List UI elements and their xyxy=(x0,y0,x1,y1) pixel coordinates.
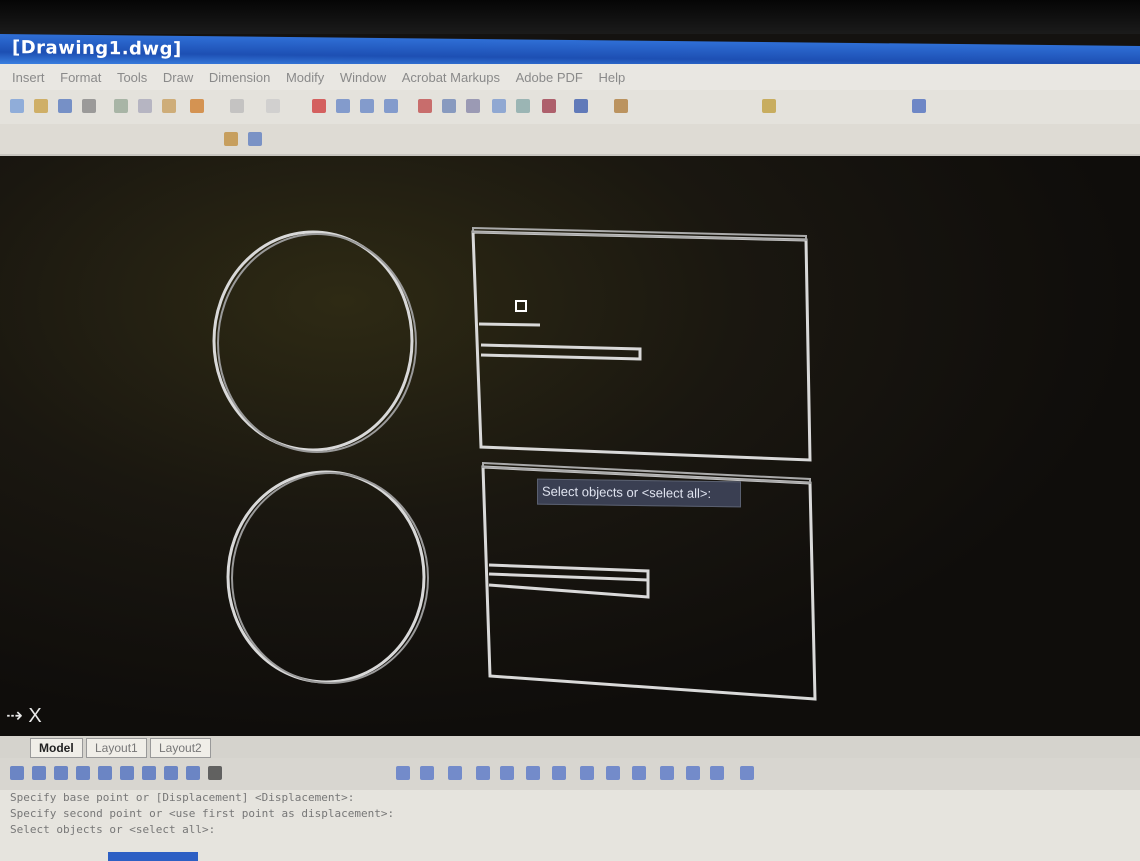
draw-tool-icon[interactable] xyxy=(186,766,200,780)
lower-circle xyxy=(226,470,426,684)
drawing-geometry xyxy=(212,226,817,701)
dimension-tool-icon[interactable] xyxy=(660,766,674,780)
dimension-tool-icon[interactable] xyxy=(476,766,490,780)
draw-tool-icon[interactable] xyxy=(76,766,90,780)
dimension-tool-icon[interactable] xyxy=(686,766,700,780)
dimension-tool-icon[interactable] xyxy=(526,766,540,780)
layout-tabs: Model Layout1 Layout2 xyxy=(0,736,1140,758)
tab-model[interactable]: Model xyxy=(30,738,83,758)
draw-tool-icon[interactable] xyxy=(208,766,222,780)
command-history-line: Select objects or <select all>: xyxy=(10,823,216,836)
tab-layout1[interactable]: Layout1 xyxy=(86,738,147,758)
dynamic-input-prompt: Select objects or <select all>: xyxy=(537,478,741,508)
upper-rectangle-edge xyxy=(472,226,807,242)
draw-tool-icon[interactable] xyxy=(54,766,68,780)
dimension-tool-icon[interactable] xyxy=(500,766,514,780)
lower-slot-mid xyxy=(488,572,649,582)
dimension-tool-icon[interactable] xyxy=(448,766,462,780)
pickbox-cursor xyxy=(515,300,527,312)
upper-slot-lower xyxy=(480,343,642,361)
command-input-highlight xyxy=(108,852,198,861)
draw-tool-icon[interactable] xyxy=(10,766,24,780)
draw-tool-icon[interactable] xyxy=(164,766,178,780)
dimension-tool-icon[interactable] xyxy=(580,766,594,780)
dimension-tool-icon[interactable] xyxy=(420,766,434,780)
lower-slot xyxy=(488,563,650,599)
command-history-line: Specify base point or [Displacement] <Di… xyxy=(10,791,355,804)
command-history-line: Specify second point or <use first point… xyxy=(10,807,395,820)
dimension-tool-icon[interactable] xyxy=(710,766,724,780)
dimension-tool-icon[interactable] xyxy=(606,766,620,780)
tab-layout2[interactable]: Layout2 xyxy=(150,738,211,758)
draw-tool-icon[interactable] xyxy=(98,766,112,780)
upper-slot xyxy=(478,322,541,327)
draw-tool-icon[interactable] xyxy=(32,766,46,780)
draw-tool-icon[interactable] xyxy=(142,766,156,780)
ucs-icon: ⇢ X xyxy=(6,705,42,727)
drawing-canvas[interactable]: Select objects or <select all>: xyxy=(0,156,1140,736)
draw-tool-icon[interactable] xyxy=(120,766,134,780)
dimension-tool-icon[interactable] xyxy=(552,766,566,780)
command-line[interactable]: Specify base point or [Displacement] <Di… xyxy=(0,790,1140,861)
dimension-tool-icon[interactable] xyxy=(632,766,646,780)
draw-toolbar xyxy=(0,758,1140,790)
dimension-tool-icon[interactable] xyxy=(740,766,754,780)
dimension-tool-icon[interactable] xyxy=(396,766,410,780)
